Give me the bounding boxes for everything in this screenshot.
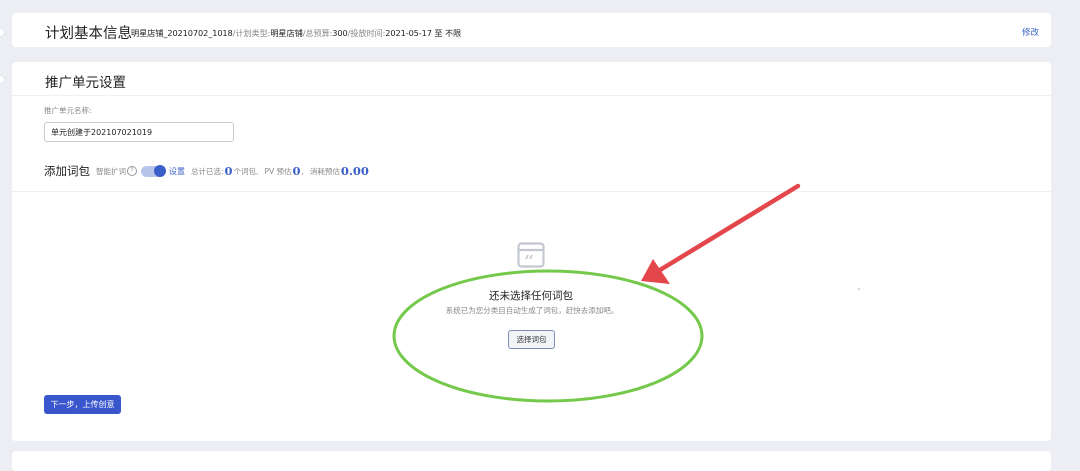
empty-state-title: 还未选择任何词包 bbox=[489, 290, 573, 302]
pv-label: PV 预估 bbox=[264, 166, 292, 176]
help-icon[interactable]: ? bbox=[127, 166, 137, 176]
empty-state-description: 系统已为您分类目自动生成了词包，赶快去添加吧。 bbox=[445, 306, 619, 315]
settings-link[interactable]: 设置 bbox=[169, 166, 185, 177]
add-words-row: 添加词包 智能扩词 ? 设置 总计已选: 0 个词包, PV 预估 0 , 消耗… bbox=[44, 163, 370, 179]
add-words-divider bbox=[12, 191, 1051, 192]
plan-shop-name: 明星店铺_20210702_1018 bbox=[131, 28, 233, 38]
unit-settings-card: 推广单元设置 推广单元名称: 添加词包 智能扩词 ? 设置 总计已选: 0 个词… bbox=[12, 62, 1051, 441]
smart-expand-toggle[interactable] bbox=[141, 164, 166, 177]
toggle-knob bbox=[154, 164, 166, 177]
side-dot-middle bbox=[0, 75, 5, 84]
plan-type-value: 明星店铺 bbox=[270, 28, 303, 38]
plan-time-value: 2021-05-17 至 不限 bbox=[385, 28, 462, 38]
choose-word-package-button[interactable]: 选择词包 bbox=[508, 330, 555, 349]
count-unit: 个词包, bbox=[233, 166, 259, 176]
add-words-title: 添加词包 bbox=[44, 164, 90, 178]
unit-name-label: 推广单元名称: bbox=[44, 106, 92, 115]
total-selected-label: 总计已选: bbox=[191, 166, 224, 176]
bottom-card bbox=[12, 451, 1051, 471]
pv-suffix: , bbox=[301, 166, 304, 176]
cost-value: 0.00 bbox=[340, 164, 369, 178]
pv-value: 0 bbox=[292, 164, 301, 178]
plan-info-title: 计划基本信息 bbox=[45, 26, 132, 42]
side-dot-top bbox=[0, 28, 5, 37]
plan-time-label: /投放时间: bbox=[347, 28, 386, 38]
selected-count: 0 bbox=[224, 164, 233, 178]
plan-budget-label: /总预算: bbox=[302, 28, 333, 38]
unit-name-input[interactable] bbox=[44, 122, 234, 142]
cost-label: 消耗预估 bbox=[309, 166, 340, 176]
unit-header-divider bbox=[12, 95, 1051, 96]
plan-info-card: 计划基本信息 明星店铺_20210702_1018/计划类型:明星店铺/总预算:… bbox=[12, 13, 1051, 47]
empty-box-icon bbox=[517, 242, 545, 268]
plan-info-meta: 明星店铺_20210702_1018/计划类型:明星店铺/总预算:300/投放时… bbox=[131, 27, 461, 39]
smart-expand-label: 智能扩词 bbox=[96, 166, 126, 176]
edit-plan-link[interactable]: 修改 bbox=[1022, 26, 1039, 38]
plan-type-label: /计划类型: bbox=[232, 28, 271, 38]
next-step-button[interactable]: 下一步，上传创意 bbox=[44, 395, 121, 414]
unit-settings-title: 推广单元设置 bbox=[45, 75, 126, 91]
plan-budget-value: 300 bbox=[332, 28, 348, 38]
